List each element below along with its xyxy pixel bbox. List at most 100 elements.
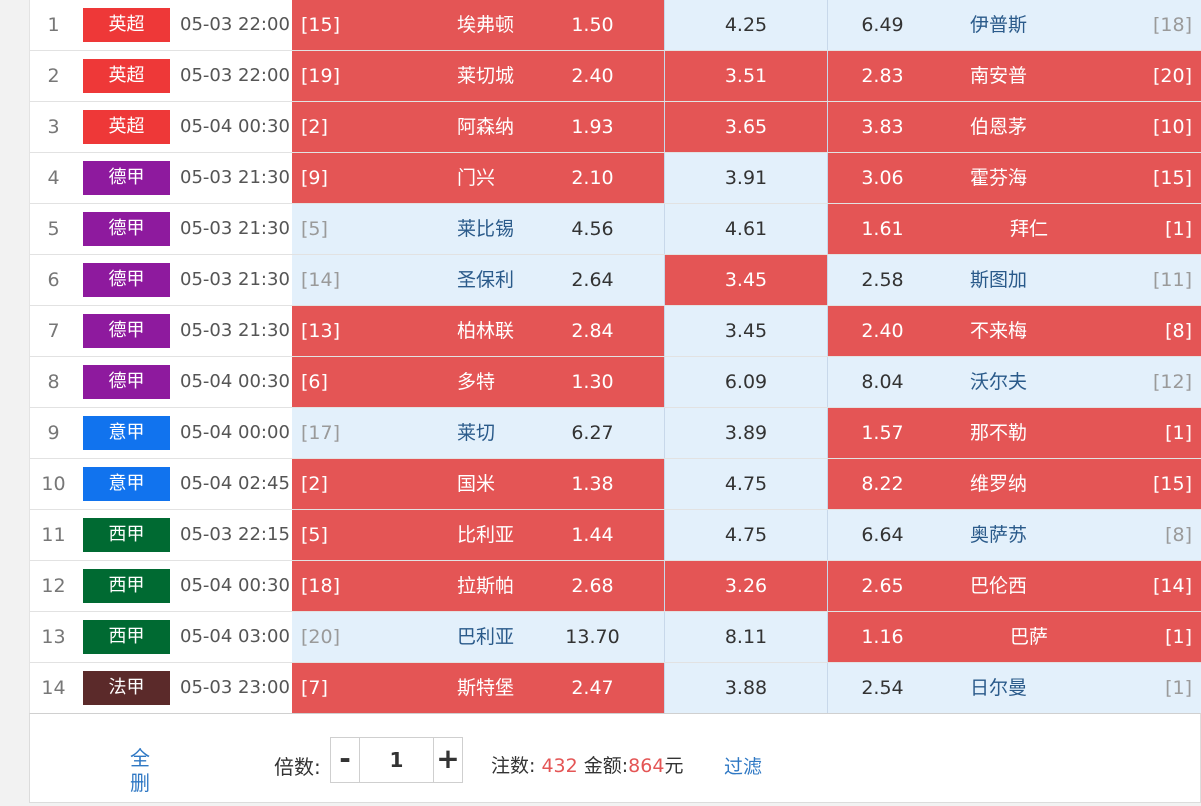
away-odds: 2.65	[861, 575, 904, 597]
home-team: 多特	[457, 371, 496, 393]
home-odds: 1.93	[571, 116, 614, 138]
draw-odds: 3.51	[724, 65, 768, 87]
home-team: 拉斯帕	[457, 575, 515, 597]
home-odds: 2.40	[571, 65, 614, 87]
away-odds: 2.54	[861, 677, 904, 699]
away-odds: 2.58	[861, 269, 904, 291]
home-odds: 2.10	[571, 167, 614, 189]
home-odds: 1.50	[571, 14, 614, 36]
away-odds: 1.16	[861, 626, 904, 648]
away-rank: [11]	[1152, 269, 1192, 291]
away-team: 不来梅	[970, 320, 1028, 342]
league-badge: 德甲	[83, 263, 170, 297]
draw-odds: 8.11	[724, 626, 768, 648]
match-number: 1	[47, 14, 60, 36]
home-team: 巴利亚	[457, 626, 515, 648]
draw-odds: 3.89	[724, 422, 768, 444]
draw-odds: 3.91	[724, 167, 768, 189]
amount-unit: 元	[664, 755, 684, 777]
match-row: 12 西甲 05-04 00:30 [18] 拉斯帕 2.68 3.26 2.65 巴伦西 [14…	[30, 561, 1201, 612]
home-rank: [5]	[301, 524, 328, 546]
match-time: 05-04 00:00	[180, 422, 290, 443]
league-badge: 西甲	[83, 620, 170, 654]
away-rank: [1]	[1165, 422, 1192, 444]
home-odds: 2.84	[571, 320, 614, 342]
match-time: 05-04 00:30	[180, 116, 290, 137]
league-badge: 英超	[83, 8, 170, 42]
match-row: 13 西甲 05-04 03:00 [20] 巴利亚 13.70 8.11 1.16 巴萨 [1]	[30, 612, 1201, 663]
match-row: 1 英超 05-03 22:00 [15] 埃弗顿 1.50 4.25 6.49 伊普斯 [18]	[30, 0, 1201, 51]
away-odds: 3.06	[861, 167, 904, 189]
home-rank: [5]	[301, 218, 328, 240]
away-rank: [1]	[1165, 677, 1192, 699]
home-rank: [17]	[301, 422, 341, 444]
match-number: 3	[47, 116, 60, 138]
away-rank: [20]	[1152, 65, 1192, 87]
away-odds: 6.49	[861, 14, 904, 36]
away-team: 南安普	[970, 65, 1028, 87]
home-rank: [2]	[301, 116, 328, 138]
match-time: 05-04 02:45	[180, 473, 290, 494]
match-number: 7	[47, 320, 60, 342]
clear-all-button[interactable]: 全删	[125, 746, 155, 796]
league-badge: 西甲	[83, 569, 170, 603]
bet-summary: 注数: 432 金额:864元	[491, 751, 683, 778]
match-time: 05-03 21:30	[180, 269, 290, 290]
league-badge: 西甲	[83, 518, 170, 552]
away-rank: [14]	[1152, 575, 1192, 597]
draw-odds: 4.25	[724, 14, 768, 36]
home-team: 圣保利	[457, 269, 515, 291]
home-team: 埃弗顿	[457, 14, 515, 36]
away-odds: 2.83	[861, 65, 904, 87]
league-badge: 法甲	[83, 671, 170, 705]
away-team: 维罗纳	[970, 473, 1028, 495]
match-time: 05-03 21:30	[180, 320, 290, 341]
match-time: 05-04 03:00	[180, 626, 290, 647]
home-team: 比利亚	[457, 524, 515, 546]
league-badge: 英超	[83, 110, 170, 144]
match-number: 6	[47, 269, 60, 291]
filter-link[interactable]: 过滤	[724, 752, 762, 779]
home-rank: [9]	[301, 167, 328, 189]
away-odds: 8.22	[861, 473, 904, 495]
home-odds: 6.27	[571, 422, 614, 444]
multiplier-input[interactable]	[359, 737, 434, 783]
bet-footer: 全删 倍数: - + 注数: 432 金额:864元 过滤	[29, 713, 1201, 803]
away-team: 那不勒	[970, 422, 1028, 444]
home-rank: [13]	[301, 320, 341, 342]
match-number: 8	[47, 371, 60, 393]
home-team: 莱切	[457, 422, 496, 444]
match-time: 05-03 22:00	[180, 65, 290, 86]
match-number: 10	[41, 473, 66, 495]
match-row: 8 德甲 05-04 00:30 [6] 多特 1.30 6.09 8.04 沃尔夫 [12]	[30, 357, 1201, 408]
home-odds: 2.64	[571, 269, 614, 291]
home-team: 斯特堡	[457, 677, 515, 699]
match-number: 9	[47, 422, 60, 444]
match-time: 05-04 00:30	[180, 575, 290, 596]
home-odds: 2.47	[571, 677, 614, 699]
home-odds: 1.30	[571, 371, 614, 393]
match-number: 13	[41, 626, 66, 648]
away-team: 伯恩茅	[970, 116, 1028, 138]
match-time: 05-04 00:30	[180, 371, 290, 392]
match-row: 2 英超 05-03 22:00 [19] 莱切城 2.40 3.51 2.83 南安普 [20]	[30, 51, 1201, 102]
home-rank: [14]	[301, 269, 341, 291]
home-team: 莱比锡	[457, 218, 515, 240]
home-odds: 1.38	[571, 473, 614, 495]
draw-odds: 4.75	[724, 524, 768, 546]
match-number: 2	[47, 65, 60, 87]
home-odds: 13.70	[565, 626, 620, 648]
home-rank: [7]	[301, 677, 328, 699]
multiplier-decrease-button[interactable]: -	[330, 737, 360, 783]
match-row: 10 意甲 05-04 02:45 [2] 国米 1.38 4.75 8.22 维罗纳 [15]	[30, 459, 1201, 510]
away-rank: [8]	[1165, 524, 1192, 546]
away-odds: 2.40	[861, 320, 904, 342]
draw-odds: 3.45	[724, 320, 768, 342]
match-number: 14	[41, 677, 66, 699]
match-list: 1 英超 05-03 22:00 [15] 埃弗顿 1.50 4.25 6.49 伊普斯 [18]…	[29, 0, 1201, 714]
match-row: 14 法甲 05-03 23:00 [7] 斯特堡 2.47 3.88 2.54 日尔曼 [1]	[30, 663, 1201, 714]
away-rank: [8]	[1165, 320, 1192, 342]
league-badge: 意甲	[83, 416, 170, 450]
multiplier-increase-button[interactable]: +	[433, 737, 463, 783]
bets-label: 注数:	[491, 755, 536, 777]
